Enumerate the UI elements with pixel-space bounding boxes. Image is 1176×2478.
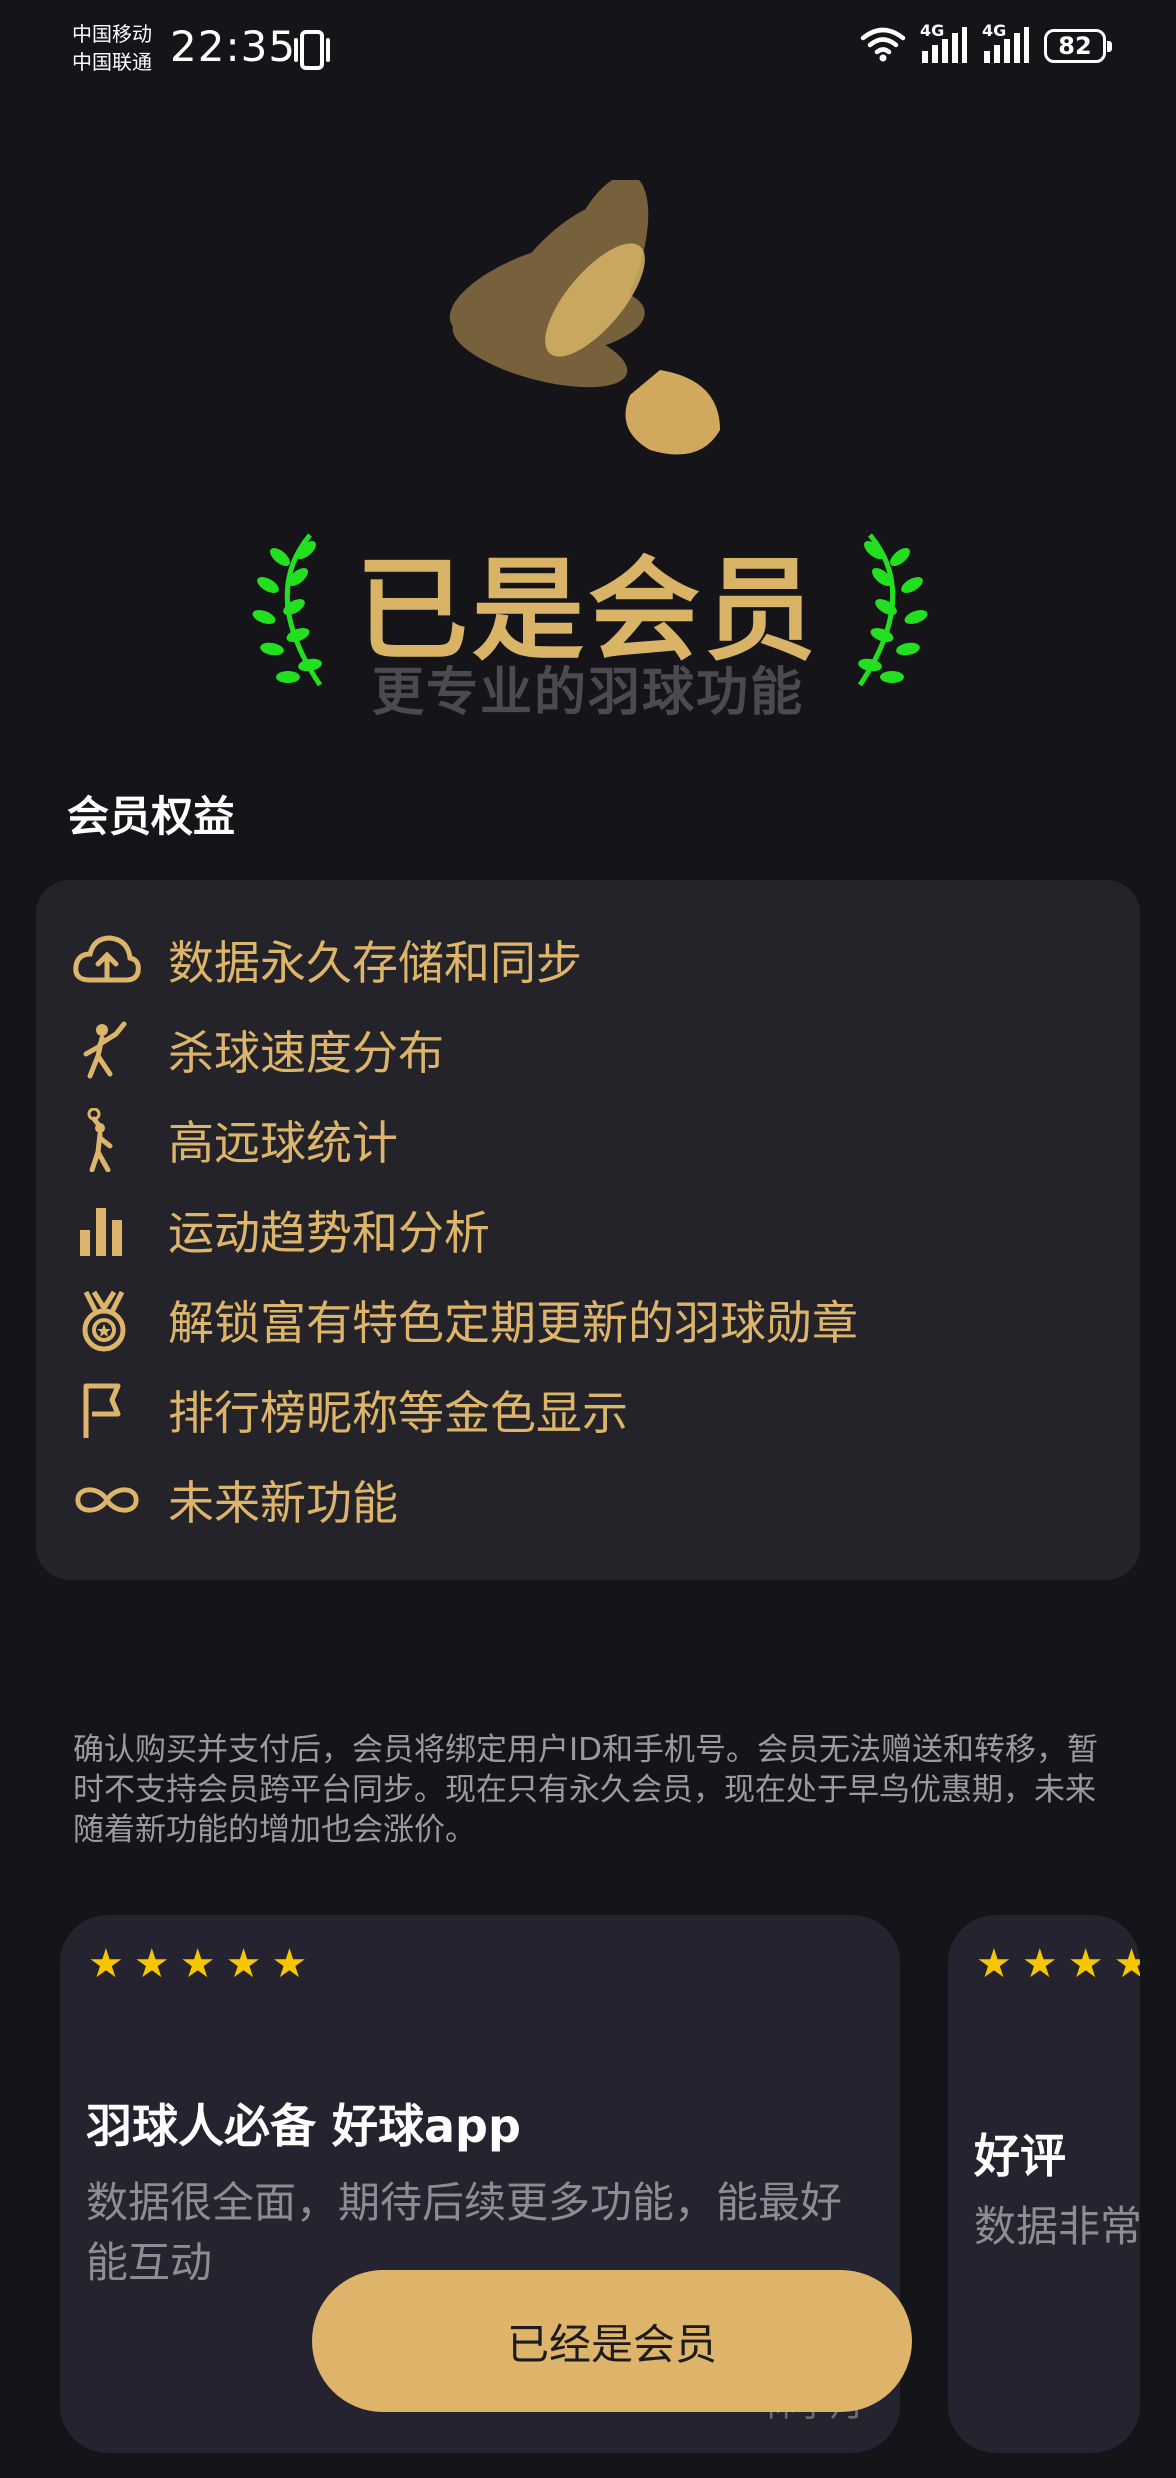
bar-chart-icon (72, 1200, 142, 1260)
vibrate-icon (292, 28, 332, 76)
signal-icon: 4G (920, 21, 968, 65)
star-icon: ★ (271, 1941, 308, 1987)
star-icon: ★ (1067, 1941, 1104, 1987)
benefit-label: 杀球速度分布 (168, 1026, 444, 1080)
network-type-1: 4G (920, 21, 945, 40)
benefit-item: 杀球速度分布 (72, 1020, 444, 1080)
already-member-button[interactable]: 已经是会员 (312, 2270, 912, 2412)
page-subtitle: 更专业的羽球功能 (371, 663, 804, 723)
review-title: 好评 (974, 2129, 1066, 2183)
medal-icon (72, 1290, 142, 1352)
benefit-label: 运动趋势和分析 (168, 1206, 490, 1260)
smash-player-icon (72, 1020, 142, 1080)
signal-icon-2: 4G (982, 21, 1030, 65)
carrier-1: 中国移动 (72, 22, 152, 46)
carrier-info: 中国移动 中国联通 (72, 20, 152, 76)
star-icon: ★ (1113, 1941, 1140, 1987)
star-icon: ★ (976, 1941, 1012, 1987)
cloud-upload-icon (72, 930, 142, 990)
review-card[interactable]: ★ ★ ★ ★ ★ 好评 数据非常 (948, 1915, 1140, 2453)
purchase-notice: 确认购买并支付后，会员将绑定用户ID和手机号。会员无法赠送和转移，暂时不支持会员… (73, 1732, 1099, 1848)
flag-icon (72, 1380, 142, 1440)
network-type-2: 4G (982, 21, 1007, 40)
star-rating: ★ ★ ★ ★ ★ (88, 1941, 307, 1987)
benefit-item: 排行榜昵称等金色显示 (72, 1380, 628, 1440)
benefit-label: 数据永久存储和同步 (168, 936, 582, 990)
review-body: 数据非常 (974, 2202, 1140, 2251)
section-title: 会员权益 (67, 792, 236, 841)
star-icon: ★ (1021, 1941, 1058, 1987)
star-icon: ★ (179, 1941, 216, 1987)
shuttlecock-icon (430, 174, 750, 484)
benefit-label: 排行榜昵称等金色显示 (168, 1386, 628, 1440)
benefit-item: 数据永久存储和同步 (72, 930, 582, 990)
star-icon: ★ (133, 1941, 170, 1987)
benefit-item: 解锁富有特色定期更新的羽球勋章 (72, 1290, 858, 1352)
status-time: 22:35 (170, 22, 297, 71)
benefit-label: 高远球统计 (168, 1116, 398, 1170)
clear-player-icon (72, 1108, 142, 1172)
benefit-label: 解锁富有特色定期更新的羽球勋章 (168, 1296, 858, 1350)
benefit-label: 未来新功能 (168, 1476, 398, 1530)
review-title: 羽球人必备 好球app (86, 2099, 521, 2153)
battery-level: 82 (1058, 32, 1092, 60)
battery-icon: 82 (1044, 29, 1112, 63)
benefit-item: 运动趋势和分析 (72, 1200, 490, 1260)
carrier-2: 中国联通 (72, 50, 152, 74)
benefit-item: 高远球统计 (72, 1108, 398, 1172)
wifi-icon (860, 26, 906, 66)
infinity-icon (72, 1470, 142, 1530)
status-indicators: 4G 4G 82 (860, 21, 1112, 66)
star-rating: ★ ★ ★ ★ ★ (976, 1941, 1140, 1987)
star-icon: ★ (88, 1941, 124, 1987)
benefit-item: 未来新功能 (72, 1470, 398, 1530)
star-icon: ★ (225, 1941, 262, 1987)
